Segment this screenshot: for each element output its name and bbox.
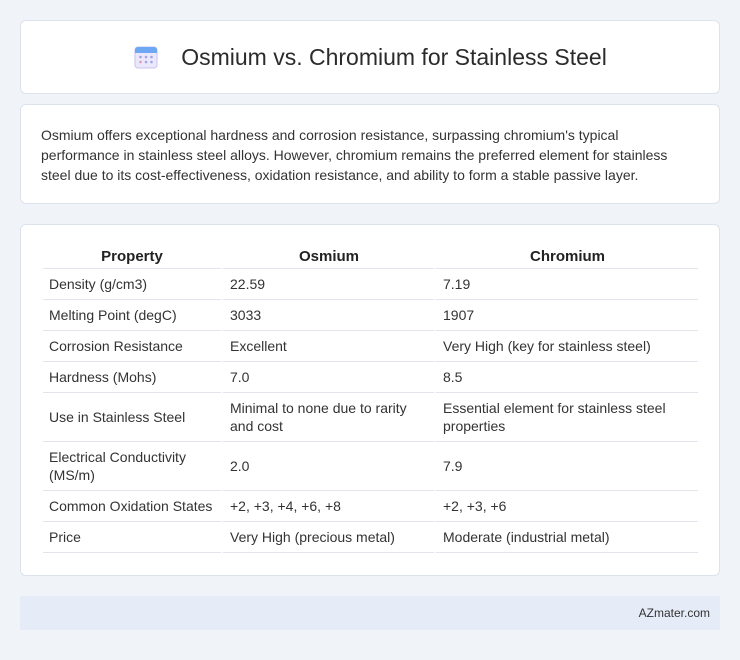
title-card: Osmium vs. Chromium for Stainless Steel xyxy=(20,20,720,94)
intro-paragraph: Osmium offers exceptional hardness and c… xyxy=(41,127,668,183)
chromium-cell: 7.19 xyxy=(434,269,698,300)
osmium-cell: 7.0 xyxy=(221,362,434,393)
property-cell: Common Oxidation States xyxy=(43,491,221,522)
table-row: Use in Stainless Steel Minimal to none d… xyxy=(43,393,698,442)
table-row: Corrosion Resistance Excellent Very High… xyxy=(43,331,698,362)
property-cell: Use in Stainless Steel xyxy=(43,393,221,442)
table-row: Density (g/cm3) 22.59 7.19 xyxy=(43,269,698,300)
chromium-cell: Moderate (industrial metal) xyxy=(434,522,698,553)
osmium-cell: +2, +3, +4, +6, +8 xyxy=(221,491,434,522)
chromium-cell: 7.9 xyxy=(434,442,698,491)
chromium-cell: Very High (key for stainless steel) xyxy=(434,331,698,362)
osmium-cell: Excellent xyxy=(221,331,434,362)
property-cell: Hardness (Mohs) xyxy=(43,362,221,393)
comparison-table-card: Property Osmium Chromium Density (g/cm3)… xyxy=(20,224,720,576)
column-header-chromium: Chromium xyxy=(434,245,698,269)
property-cell: Electrical Conductivity (MS/m) xyxy=(43,442,221,491)
chromium-cell: +2, +3, +6 xyxy=(434,491,698,522)
osmium-cell: 2.0 xyxy=(221,442,434,491)
table-row: Electrical Conductivity (MS/m) 2.0 7.9 xyxy=(43,442,698,491)
footer-brand[interactable]: AZmater.com xyxy=(639,606,710,620)
property-cell: Price xyxy=(43,522,221,553)
table-row: Common Oxidation States +2, +3, +4, +6, … xyxy=(43,491,698,522)
column-header-property: Property xyxy=(43,245,221,269)
intro-card: Osmium offers exceptional hardness and c… xyxy=(20,104,720,204)
property-cell: Corrosion Resistance xyxy=(43,331,221,362)
page-title: Osmium vs. Chromium for Stainless Steel xyxy=(181,43,607,70)
osmium-cell: Minimal to none due to rarity and cost xyxy=(221,393,434,442)
table-row: Hardness (Mohs) 7.0 8.5 xyxy=(43,362,698,393)
table-header-row: Property Osmium Chromium xyxy=(43,245,698,269)
table-row: Melting Point (degC) 3033 1907 xyxy=(43,300,698,331)
property-cell: Density (g/cm3) xyxy=(43,269,221,300)
chromium-cell: Essential element for stainless steel pr… xyxy=(434,393,698,442)
comparison-table: Property Osmium Chromium Density (g/cm3)… xyxy=(43,245,698,553)
calendar-icon xyxy=(134,46,158,69)
chromium-cell: 1907 xyxy=(434,300,698,331)
osmium-cell: Very High (precious metal) xyxy=(221,522,434,553)
chromium-cell: 8.5 xyxy=(434,362,698,393)
osmium-cell: 3033 xyxy=(221,300,434,331)
osmium-cell: 22.59 xyxy=(221,269,434,300)
column-header-osmium: Osmium xyxy=(221,245,434,269)
table-row: Price Very High (precious metal) Moderat… xyxy=(43,522,698,553)
property-cell: Melting Point (degC) xyxy=(43,300,221,331)
footer: AZmater.com xyxy=(20,596,720,630)
